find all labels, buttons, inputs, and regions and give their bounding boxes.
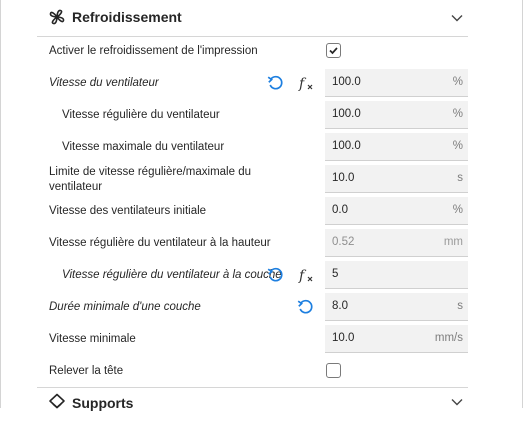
- setting-label: Durée minimale d'une couche: [49, 301, 201, 313]
- input-value: 10.0: [332, 332, 355, 344]
- reset-icon[interactable]: [266, 266, 284, 284]
- input-value: 8.0: [332, 300, 348, 312]
- svg-text:f: f: [298, 268, 307, 284]
- setting-label: Limite de vitesse régulière/maximale du …: [49, 166, 251, 193]
- section-header-cooling[interactable]: Refroidissement: [37, 1, 468, 37]
- setting-label: Activer le refroidissement de l'impressi…: [49, 45, 258, 57]
- setting-row-lift-head: Relever la tête: [0, 355, 523, 387]
- input-unit: %: [452, 108, 463, 120]
- section-header-supports[interactable]: Supports: [37, 388, 468, 424]
- regular-fan-speed-input[interactable]: 100.0 %: [325, 101, 468, 129]
- fan-icon: [49, 9, 65, 25]
- setting-label: Vitesse maximale du ventilateur: [62, 141, 225, 153]
- setting-label: Vitesse des ventilateurs initiale: [49, 205, 207, 217]
- lift-head-checkbox[interactable]: [326, 363, 341, 378]
- input-value: 10.0: [332, 172, 355, 184]
- svg-text:f: f: [298, 76, 307, 92]
- setting-label: Vitesse régulière du ventilateur à la co…: [62, 269, 282, 281]
- setting-row-fan-layer: Vitesse régulière du ventilateur à la co…: [0, 259, 523, 291]
- function-icon[interactable]: f: [297, 74, 315, 92]
- speed-limit-input[interactable]: 10.0 s: [325, 165, 468, 193]
- section-title-supports: Supports: [72, 395, 134, 411]
- chevron-down-icon[interactable]: [450, 11, 464, 25]
- setting-row-min-layer-time: Durée minimale d'une couche 8.0 s: [0, 291, 523, 323]
- input-unit: mm: [443, 236, 463, 248]
- reset-icon[interactable]: [266, 74, 284, 92]
- enable-cooling-checkbox[interactable]: [326, 43, 341, 58]
- reset-icon[interactable]: [296, 298, 314, 316]
- input-value: 0.52: [332, 236, 355, 248]
- input-value: 0.0: [332, 204, 348, 216]
- input-unit: s: [457, 172, 463, 184]
- input-unit: %: [452, 140, 463, 152]
- setting-row-min-speed: Vitesse minimale 10.0 mm/s: [0, 323, 523, 355]
- min-speed-input[interactable]: 10.0 mm/s: [325, 325, 468, 353]
- fan-height-input: 0.52 mm: [325, 229, 468, 257]
- function-icon[interactable]: f: [297, 266, 315, 284]
- setting-label: Vitesse régulière du ventilateur: [62, 109, 220, 121]
- setting-label: Vitesse régulière du ventilateur à la ha…: [49, 237, 271, 249]
- fan-speed-input[interactable]: 100.0 %: [325, 69, 468, 97]
- setting-row-speed-limit: Limite de vitesse régulière/maximale du …: [0, 163, 523, 195]
- input-value: 5: [332, 268, 339, 280]
- input-unit: %: [452, 204, 463, 216]
- input-unit: mm/s: [434, 332, 463, 344]
- initial-fan-speed-input[interactable]: 0.0 %: [325, 197, 468, 225]
- setting-row-max-fan-speed: Vitesse maximale du ventilateur 100.0 %: [0, 131, 523, 163]
- input-unit: s: [457, 300, 463, 312]
- input-value: 100.0: [332, 76, 361, 88]
- min-layer-time-input[interactable]: 8.0 s: [325, 293, 468, 321]
- input-value: 100.0: [332, 140, 361, 152]
- setting-row-fan-height: Vitesse régulière du ventilateur à la ha…: [0, 227, 523, 259]
- setting-label: Vitesse minimale: [49, 333, 136, 345]
- setting-row-fan-speed: Vitesse du ventilateur f 100.0 %: [0, 67, 523, 99]
- chevron-down-icon[interactable]: [450, 395, 464, 409]
- setting-row-initial-fan-speed: Vitesse des ventilateurs initiale 0.0 %: [0, 195, 523, 227]
- section-title-cooling: Refroidissement: [72, 9, 182, 25]
- max-fan-speed-input[interactable]: 100.0 %: [325, 133, 468, 161]
- setting-row-enable-cooling: Activer le refroidissement de l'impressi…: [0, 37, 523, 69]
- fan-layer-input[interactable]: 5: [325, 261, 468, 289]
- checkmark-icon: [329, 47, 338, 55]
- setting-row-regular-fan-speed: Vitesse régulière du ventilateur 100.0 %: [0, 99, 523, 131]
- setting-label: Relever la tête: [49, 365, 124, 377]
- input-value: 100.0: [332, 108, 361, 120]
- input-unit: %: [452, 76, 463, 88]
- support-icon: [49, 393, 65, 409]
- setting-label: Vitesse du ventilateur: [49, 77, 159, 89]
